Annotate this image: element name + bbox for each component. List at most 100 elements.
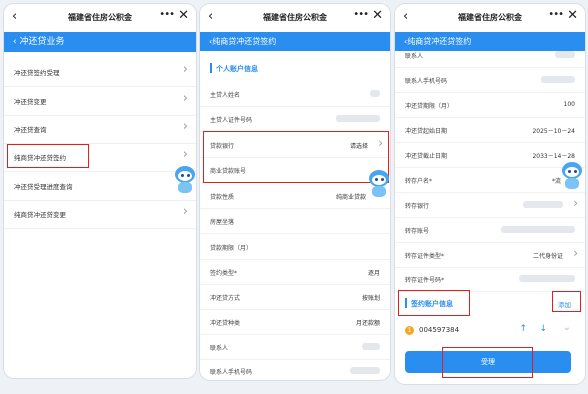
field-label: 贷款期限（月） xyxy=(210,245,253,252)
field-contact[interactable]: 联系人 xyxy=(395,47,585,68)
screen-repayment-menu: ‹ 福建省住房公积金 ••• ✕ ‹ 冲还贷业务 冲还贷签约受理 › 冲还贷变更… xyxy=(4,4,196,378)
field-transfer-id-type[interactable]: 转存证件类型* 二代身份证 › xyxy=(395,243,585,268)
masked-value xyxy=(523,201,563,208)
chevron-right-icon: › xyxy=(573,196,578,210)
field-contact-phone[interactable]: 联系人手机号码 xyxy=(200,359,390,380)
field-label: 冲还贷方式 xyxy=(210,295,241,302)
mascot-icon[interactable] xyxy=(174,166,196,194)
signing-account-item[interactable]: 1 004597384 ↑ ↓ ⌄ xyxy=(395,318,585,344)
page-title: 纯商贷冲还贷签约 xyxy=(212,37,277,46)
field-label: 联系人手机号码 xyxy=(405,78,448,85)
menu-item-change[interactable]: 冲还贷变更 › xyxy=(4,87,196,116)
field-contact[interactable]: 联系人 xyxy=(200,335,390,360)
field-label: 主贷人证件号码 xyxy=(210,117,253,124)
field-label: 转存证件类型* xyxy=(405,253,445,260)
field-repay-term: 冲还贷期限（月） 100 xyxy=(395,93,585,118)
more-dots-icon[interactable]: ••• xyxy=(353,9,369,20)
field-start-date: 冲还贷起始日期 2025－10－24 xyxy=(395,118,585,143)
field-value: 2033－14－28 xyxy=(532,153,575,160)
masked-value xyxy=(519,275,575,282)
field-value: 纯商业贷款 xyxy=(335,194,366,201)
masked-value xyxy=(370,90,380,97)
arrow-up-icon[interactable]: ↑ xyxy=(519,324,527,334)
page-header: ‹纯商贷冲还贷签约 xyxy=(200,32,390,51)
field-label: 转存证件号码* xyxy=(405,277,445,284)
menu-item-label: 冲还贷签约受理 xyxy=(14,69,60,77)
screen-signing-form: ‹ 福建省住房公积金 ••• ✕ ‹纯商贷冲还贷签约 个人账户信息 主贷人姓名 … xyxy=(200,4,390,380)
field-label: 冲还贷截止日期 xyxy=(405,153,448,160)
field-label: 转存户名* xyxy=(405,178,433,185)
menu-item-label: 冲还贷受理进度查询 xyxy=(14,183,73,191)
field-value: *流 xyxy=(551,178,561,185)
section-bar xyxy=(210,63,212,73)
more-dots-icon[interactable]: ••• xyxy=(548,9,564,20)
field-label: 转存银行 xyxy=(405,203,430,210)
field-label: 联系人手机号码 xyxy=(210,369,253,376)
field-transfer-id-number[interactable]: 转存证件号码* xyxy=(395,267,585,292)
menu-item-label: 冲还贷变更 xyxy=(14,98,47,106)
field-transfer-account-name[interactable]: 转存户名* *流 xyxy=(395,168,585,193)
field-repay-kind: 冲还贷种类 月还款额 xyxy=(200,310,390,335)
section-personal-account: 个人账户信息 xyxy=(200,58,390,80)
page-title: 冲还贷业务 xyxy=(19,37,65,47)
field-label: 冲还贷起始日期 xyxy=(405,128,448,135)
menu-item-label: 纯商贷冲还贷变更 xyxy=(14,211,66,219)
field-label: 贷款性质 xyxy=(210,194,235,201)
field-label: 联系人 xyxy=(405,53,424,60)
chevron-right-icon: › xyxy=(182,204,188,219)
field-transfer-account-number[interactable]: 转存账号 xyxy=(395,218,585,243)
highlight-box xyxy=(442,347,533,378)
top-bar: ‹ 福建省住房公积金 ••• ✕ xyxy=(4,4,196,32)
field-transfer-bank[interactable]: 转存银行 › xyxy=(395,193,585,218)
chevron-right-icon: › xyxy=(182,119,188,134)
more-dots-icon[interactable]: ••• xyxy=(159,9,175,20)
chevron-right-icon: › xyxy=(182,147,188,162)
field-house-location: 房屋坐落 xyxy=(200,209,390,234)
page-header: ‹ 冲还贷业务 xyxy=(4,32,196,52)
menu-item-signing-acceptance[interactable]: 冲还贷签约受理 › xyxy=(4,58,196,87)
field-label: 签约类型* xyxy=(210,270,238,277)
chevron-down-icon[interactable]: ⌄ xyxy=(563,322,571,333)
field-repay-method: 冲还贷方式 按账划 xyxy=(200,285,390,310)
highlight-box xyxy=(7,144,89,168)
field-label: 主贷人姓名 xyxy=(210,92,241,99)
field-label: 冲还贷种类 xyxy=(210,320,241,327)
highlight-box xyxy=(203,131,389,183)
page-title: 纯商贷冲还贷签约 xyxy=(407,37,472,46)
field-label: 转存账号 xyxy=(405,228,430,235)
screen-signing-form-continued: ‹ 福建省住房公积金 ••• ✕ ‹纯商贷冲还贷签约 联系人 联系人手机号码 冲… xyxy=(395,4,585,384)
field-label: 房屋坐落 xyxy=(210,219,235,226)
menu-item-progress-query[interactable]: 冲还贷受理进度查询 xyxy=(4,172,196,201)
field-borrower-id[interactable]: 主贷人证件号码 xyxy=(200,107,390,132)
top-bar: ‹ 福建省住房公积金 ••• ✕ xyxy=(200,4,390,32)
section-title: 个人账户信息 xyxy=(216,65,258,73)
field-borrower-name[interactable]: 主贷人姓名 xyxy=(200,82,390,107)
chevron-right-icon: › xyxy=(573,246,578,260)
id-type-select[interactable]: 二代身份证 xyxy=(533,251,563,260)
mascot-icon[interactable] xyxy=(368,170,390,198)
field-loan-type: 贷款性质 纯商业贷款 xyxy=(200,184,390,209)
field-value: 100 xyxy=(563,101,575,108)
close-icon[interactable]: ✕ xyxy=(178,8,189,23)
field-sign-type[interactable]: 签约类型* 逐月 xyxy=(200,260,390,285)
arrow-down-icon[interactable]: ↓ xyxy=(539,324,547,334)
menu-item-commercial-change[interactable]: 纯商贷冲还贷变更 › xyxy=(4,200,196,229)
field-loan-term: 贷款期限（月） xyxy=(200,235,390,260)
mascot-icon[interactable] xyxy=(561,162,583,190)
account-index-badge: 1 xyxy=(405,326,414,335)
menu-item-query[interactable]: 冲还贷查询 › xyxy=(4,115,196,144)
masked-value xyxy=(350,367,380,374)
masked-value xyxy=(555,51,575,58)
field-contact-phone[interactable]: 联系人手机号码 xyxy=(395,68,585,93)
highlight-box xyxy=(552,291,581,312)
masked-value xyxy=(541,76,575,83)
masked-value xyxy=(501,226,575,233)
close-icon[interactable]: ✕ xyxy=(372,8,383,23)
menu-item-label: 冲还贷查询 xyxy=(14,126,47,134)
chevron-right-icon: › xyxy=(182,62,188,77)
close-icon[interactable]: ✕ xyxy=(567,8,578,23)
field-end-date: 冲还贷截止日期 2033－14－28 xyxy=(395,143,585,168)
highlight-box xyxy=(398,290,470,316)
field-label: 冲还贷期限（月） xyxy=(405,103,454,110)
chevron-right-icon: › xyxy=(182,91,188,106)
